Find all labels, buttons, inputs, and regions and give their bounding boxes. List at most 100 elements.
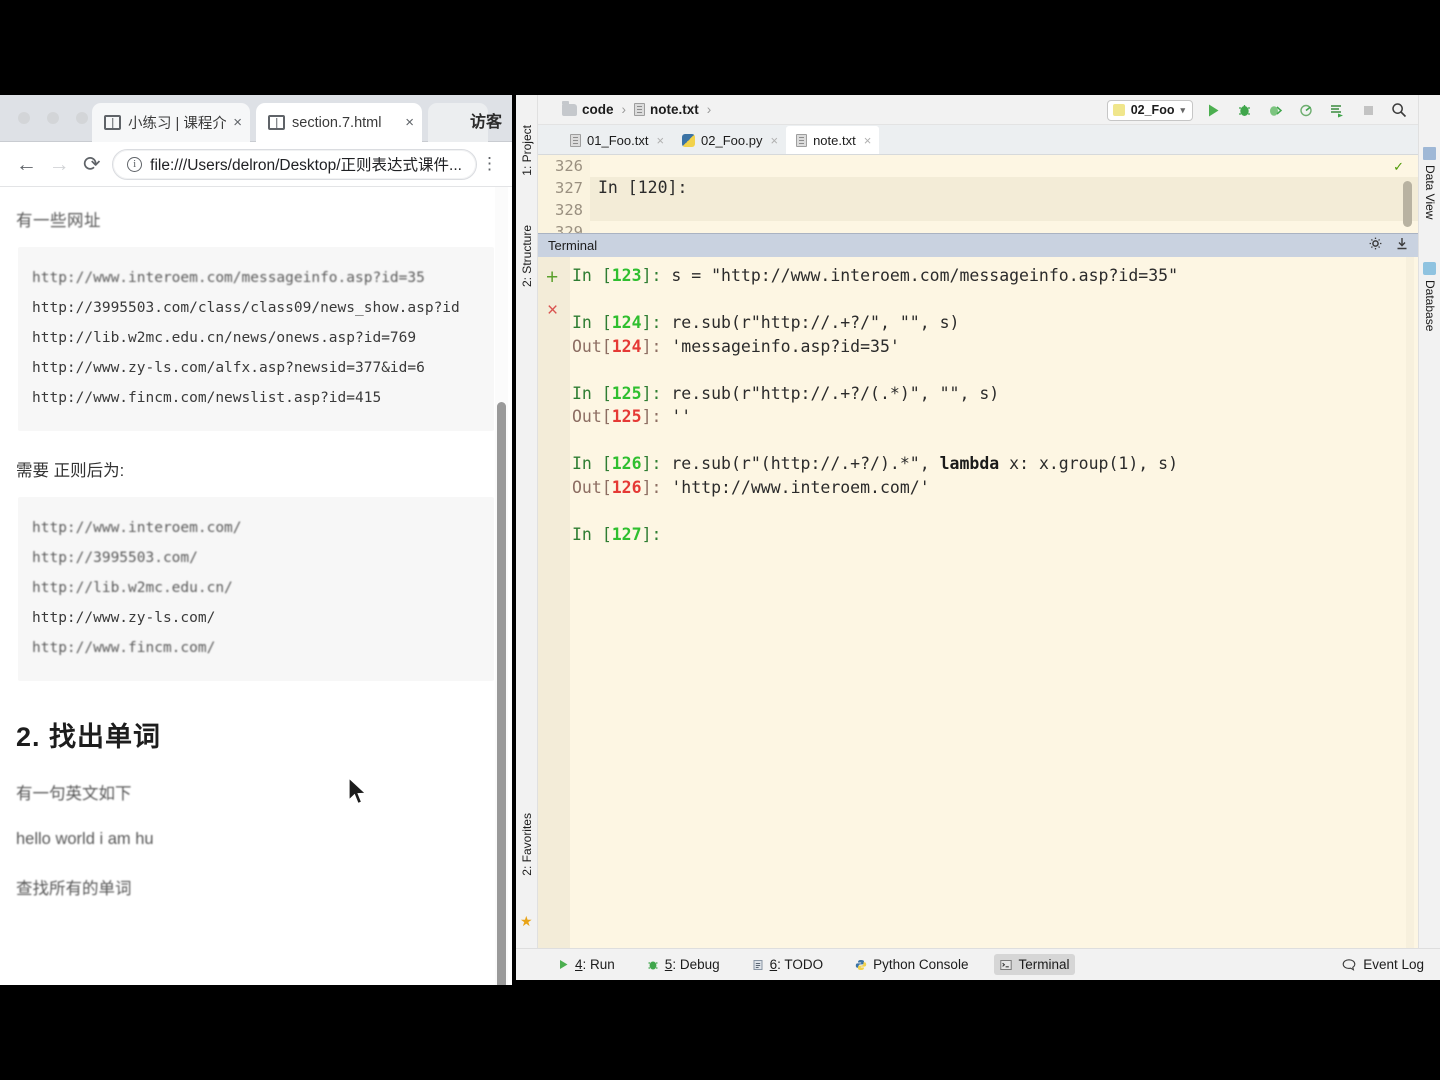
browser-tab-1[interactable]: 小练习 | 课程介绍 × [92,103,250,142]
book-icon [268,115,285,130]
arrow-left-icon[interactable]: ← [10,154,43,175]
hide-icon[interactable] [1396,237,1408,253]
arrow-right-icon: → [48,152,70,176]
terminal-code-126-b: x: x.group(1), s) [999,454,1179,473]
terminal-output-panel[interactable]: + × In [123]: s = "http://www.interoem.c… [538,257,1418,954]
tool-window-structure[interactable]: 2: Structure [520,225,534,287]
page-heading-2: 需要 正则后为: [16,462,125,480]
current-line-highlight [590,177,1418,199]
terminal-out-126: 'http://www.interoem.com/' [661,477,930,497]
close-icon[interactable]: × [770,133,778,148]
editor-line-text: In [120]: [598,178,688,197]
editor-tab-label: 02_Foo.py [701,132,763,148]
editor-tab-01-foo-txt[interactable]: 01_Foo.txt × [560,126,672,154]
page-paragraph-1: 有一句英文如下 [16,785,132,803]
terminal-code-123: s = "http://www.interoem.com/messageinfo… [661,266,1178,285]
screen: 小练习 | 课程介绍 × section.7.html × 访客 ← → ⟳ i… [0,0,1440,1080]
editor-scrollbar-thumb[interactable] [1403,181,1412,227]
browser-toolbar: ← → ⟳ i file:///Users/delron/Desktop/正则表… [0,142,512,187]
list-item: http://3995503.com/ [32,550,198,566]
tool-window-database[interactable]: Database [1423,280,1437,331]
run-with-console-icon[interactable] [1326,99,1348,121]
tool-window-project[interactable]: 1: Project [520,125,534,176]
terminal-out-124: 'messageinfo.asp?id=35' [661,336,900,356]
database-icon [1423,262,1436,275]
page-paragraph-2: hello world i am hu [16,830,154,848]
list-item: http://www.interoem.com/messageinfo.asp?… [32,270,425,286]
python-file-icon [1112,104,1125,116]
tool-window-data-view[interactable]: Data View [1423,165,1437,219]
terminal-tool-window-header: Terminal [538,233,1418,257]
status-key: 6 [769,957,778,972]
list-item: http://www.interoem.com/ [32,520,242,536]
editor-tab-note-txt[interactable]: note.txt × [786,126,880,154]
status-item-todo[interactable]: 6: TODO [746,954,830,975]
breadcrumb-separator: › [706,102,712,117]
code-editor[interactable]: 326 327 328 329 In [120]: ✓ [538,155,1418,233]
url-list-output: http://www.interoem.com/ http://3995503.… [18,497,494,681]
profile-icon[interactable] [1295,99,1317,121]
text-file-icon [634,103,646,116]
search-everywhere-icon[interactable] [1388,99,1410,121]
terminal-scrollbar[interactable] [1406,257,1414,954]
gear-icon[interactable] [1369,237,1382,253]
page-scrollbar-thumb[interactable] [497,402,506,985]
close-icon[interactable]: × [233,115,242,130]
page-content: 有一些网址 http://www.interoem.com/messageinf… [0,187,512,985]
inspection-ok-icon[interactable]: ✓ [1393,159,1404,175]
breadcrumb-project: code [582,102,614,117]
run-configuration-name: 02_Foo [1130,103,1175,117]
sidebar-item-label: 2: Favorites [520,813,534,876]
browser-tab-strip: 小练习 | 课程介绍 × section.7.html × 访客 [0,95,512,142]
list-item: http://3995503.com/class/class09/news_sh… [32,300,460,316]
terminal-icon [1000,959,1013,970]
terminal-keyword-lambda: lambda [939,454,1000,473]
close-icon[interactable]: × [405,115,414,130]
run-icon[interactable] [1202,99,1224,121]
terminal-text: In [123]: s = "http://www.interoem.com/m… [572,266,1179,544]
status-event-log[interactable]: Event Log [1342,957,1424,972]
breadcrumb-separator: › [621,102,627,117]
info-circle-icon[interactable]: i [127,156,143,172]
status-item-terminal[interactable]: Terminal [994,954,1076,975]
text-file-icon [796,133,808,147]
pycharm-window: 1: Project 2: Structure 2: Favorites ★ D… [516,95,1440,980]
sidebar-item-label: Data View [1423,165,1437,220]
line-number: 329 [555,223,583,233]
close-icon[interactable]: × [656,133,664,148]
close-icon[interactable]: × [864,133,872,148]
debug-icon[interactable] [1233,99,1255,121]
address-bar[interactable]: i file:///Users/delron/Desktop/正则表达式课件..… [112,148,477,180]
browser-window: 小练习 | 课程介绍 × section.7.html × 访客 ← → ⟳ i… [0,95,512,985]
status-item-debug[interactable]: 5: Debug [641,954,726,975]
run-configuration-selector[interactable]: 02_Foo ▾ [1106,99,1193,121]
status-label: : TODO [777,957,824,972]
reload-icon[interactable]: ⟳ [75,154,108,175]
ide-toolbar: 02_Foo ▾ [1106,95,1410,125]
list-item: http://www.zy-ls.com/alfx.asp?newsid=377… [32,360,425,376]
breadcrumb-file: note.txt [650,102,699,117]
chevron-down-icon: ▾ [1180,104,1185,115]
browser-tab-2[interactable]: section.7.html × [256,103,422,142]
kebab-menu-icon[interactable]: ⋮ [477,154,502,174]
breadcrumb[interactable]: code › note.txt › [562,100,714,117]
grid-icon [1423,147,1436,160]
editor-tab-02-foo-py[interactable]: 02_Foo.py × [672,126,786,154]
debug-icon [648,961,658,969]
status-label: : Run [582,957,615,972]
browser-tab-label: 小练习 | 课程介绍 [128,116,227,132]
profile-button[interactable]: 访客 [470,108,502,132]
close-icon[interactable]: × [547,301,558,320]
sidebar-item-label: 1: Project [520,125,534,176]
status-item-python-console[interactable]: Python Console [849,954,974,975]
coverage-icon[interactable] [1264,99,1286,121]
plus-icon[interactable]: + [546,267,558,288]
tool-window-favorites[interactable]: 2: Favorites [520,813,534,876]
right-tool-window-bar: Data View Database [1418,95,1440,980]
url-text: file:///Users/delron/Desktop/正则表达式课件... [150,157,462,174]
list-item: http://lib.w2mc.edu.cn/news/onews.asp?id… [32,330,417,346]
status-label: Python Console [873,957,969,972]
status-item-run[interactable]: 4: Run [552,954,621,975]
window-controls[interactable] [18,112,88,124]
editor-tab-bar: 01_Foo.txt × 02_Foo.py × note.txt × [538,125,1418,155]
